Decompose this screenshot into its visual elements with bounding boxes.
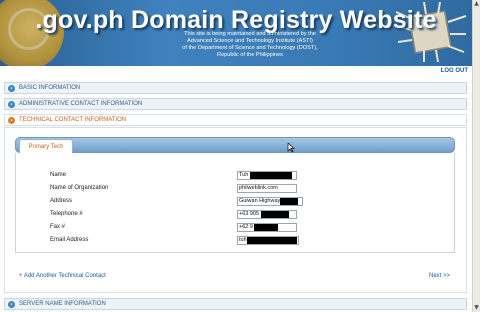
scroll-down-arrow-icon[interactable]: ▼	[473, 304, 480, 312]
telephone-label: Telephone #	[50, 211, 83, 217]
scroll-up-arrow-icon[interactable]: ▲	[473, 0, 480, 8]
field-value: Tuh	[239, 172, 249, 178]
section-label: ADMINISTRATIVE CONTACT INFORMATION	[19, 101, 143, 107]
section-server-name-information[interactable]: › SERVER NAME INFORMATION	[4, 298, 467, 310]
name-field[interactable]: Tuh	[237, 171, 297, 180]
organization-label: Name of Organization	[50, 185, 109, 191]
site-subtitle: This site is being maintained and admini…	[148, 31, 352, 59]
section-administrative-contact[interactable]: › ADMINISTRATIVE CONTACT INFORMATION	[4, 98, 467, 110]
telephone-field[interactable]: +63 905	[237, 210, 297, 219]
expand-icon: ›	[8, 85, 15, 92]
field-value: tuh	[239, 237, 247, 243]
email-field[interactable]: tuh	[237, 236, 299, 245]
collapse-icon: ›	[8, 117, 15, 124]
vertical-scrollbar[interactable]: ▲ ▼	[472, 0, 480, 312]
redaction-block	[260, 211, 289, 218]
contact-tab-strip	[15, 137, 455, 153]
logout-link[interactable]: LOG OUT	[441, 68, 468, 74]
name-label: Name	[50, 172, 67, 178]
field-value: philweblink.com	[239, 185, 278, 191]
fax-label: Fax #	[50, 224, 66, 230]
field-value: +62 9	[239, 224, 253, 230]
subtitle-line: Advanced Science and Technology Institut…	[187, 38, 313, 44]
organization-field[interactable]: philweblink.com	[237, 184, 297, 193]
subtitle-line: This site is being maintained and admini…	[184, 31, 316, 37]
fax-field[interactable]: +62 9	[237, 223, 297, 232]
section-label: TECHNICAL CONTACT INFORMATION	[19, 117, 127, 123]
expand-icon: ›	[8, 301, 15, 308]
header-banner: .gov.ph Domain Registry Website This sit…	[0, 0, 472, 66]
section-label: BASIC INFORMATION	[19, 85, 81, 91]
redaction-block	[246, 237, 297, 244]
address-field[interactable]: Guiwan Highway	[237, 197, 303, 206]
mouse-cursor-icon	[287, 143, 295, 153]
field-value: Guiwan Highway	[239, 198, 281, 204]
section-label: SERVER NAME INFORMATION	[19, 301, 106, 307]
redaction-block	[280, 198, 299, 205]
redaction-block	[249, 172, 292, 179]
redaction-block	[254, 224, 279, 231]
subtitle-line: of the Department of Science and Technol…	[182, 45, 318, 51]
field-value: +63 905	[239, 211, 260, 217]
tab-primary-tech[interactable]: Primary Tech	[19, 139, 73, 154]
subtitle-line: Republic of the Philippines	[217, 52, 283, 58]
section-technical-contact[interactable]: › TECHNICAL CONTACT INFORMATION	[4, 114, 467, 126]
next-button[interactable]: Next >>	[429, 273, 450, 279]
add-technical-contact-link[interactable]: + Add Another Technical Contact	[19, 273, 106, 279]
expand-icon: ›	[8, 101, 15, 108]
email-label: Email Address	[50, 237, 89, 243]
section-basic-information[interactable]: › BASIC INFORMATION	[4, 82, 467, 94]
address-label: Address	[50, 198, 73, 204]
